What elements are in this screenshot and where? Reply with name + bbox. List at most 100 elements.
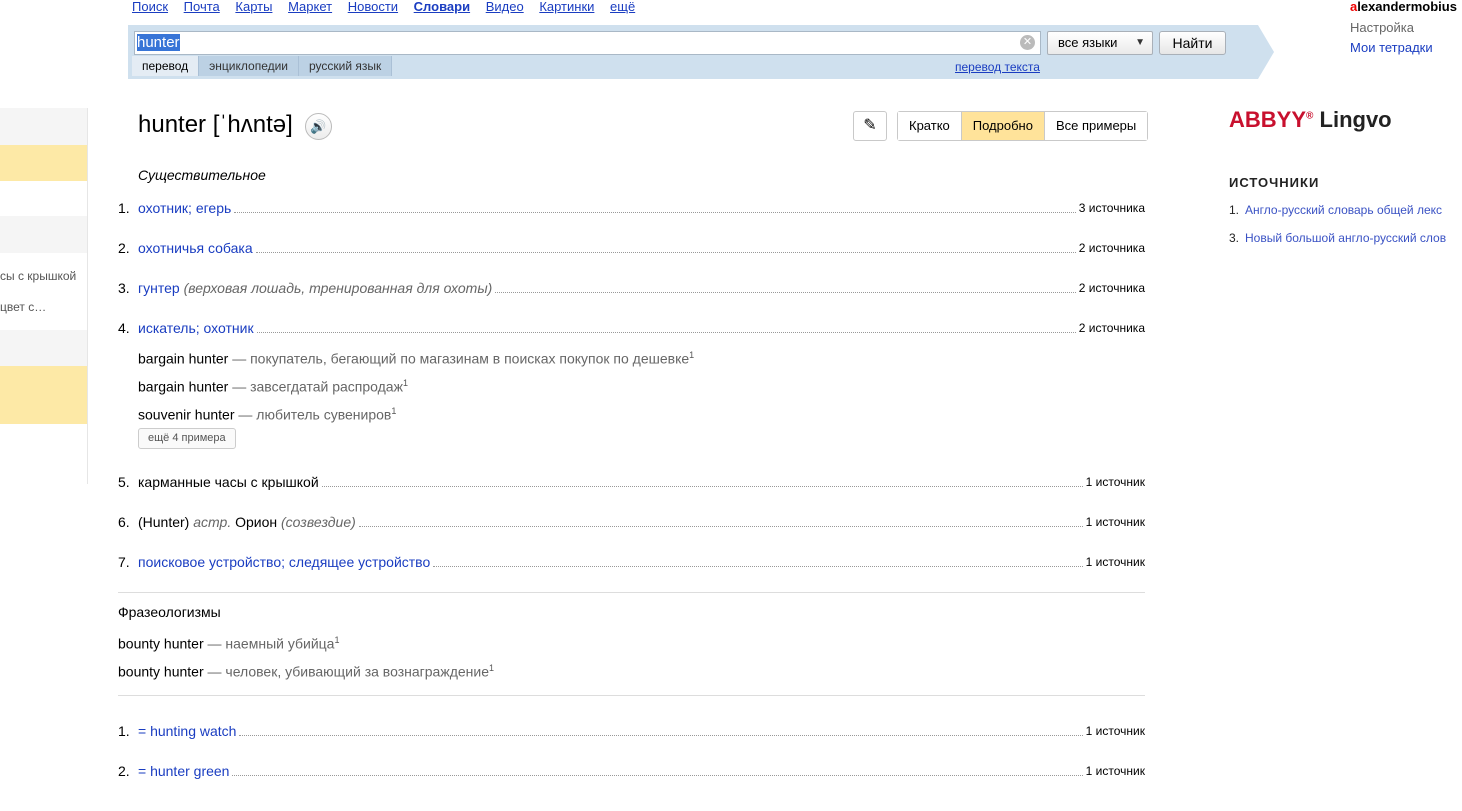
sense-note: (созвездие) — [281, 514, 356, 530]
username[interactable]: alexandermobius — [1350, 0, 1457, 13]
example-source: bargain hunter — [138, 350, 229, 367]
source-link[interactable]: Англо-русский словарь общей лекс — [1245, 203, 1442, 217]
find-button[interactable]: Найти — [1159, 31, 1226, 55]
source-item: 1. Англо-русский словарь общей лекс — [1229, 203, 1442, 217]
sense-number: 7. — [118, 554, 130, 570]
phrase-source: bounty hunter — [118, 635, 204, 652]
language-select[interactable]: все языки ▼ — [1047, 31, 1153, 55]
example-source-ref[interactable]: 1 — [403, 378, 408, 388]
pencil-icon[interactable]: ✎ — [853, 111, 887, 141]
more-examples-button[interactable]: ещё 4 примера — [138, 428, 236, 449]
sidebar-block-highlight[interactable] — [0, 145, 87, 181]
sources-count[interactable]: 1 источник — [1086, 553, 1145, 571]
sense-number: 6. — [118, 514, 130, 530]
tab-translation[interactable]: перевод — [132, 56, 200, 76]
mode-detailed[interactable]: Подробно — [961, 112, 1045, 140]
sidebar-item[interactable]: цвет с… — [0, 300, 46, 314]
sense-row: 2. охотничья собака 2 источника — [118, 239, 1145, 257]
nav-link-video[interactable]: Видео — [486, 0, 524, 14]
phraseology-title: Фразеологизмы — [118, 604, 221, 620]
reference-link[interactable]: = hunter green — [138, 762, 229, 780]
sources-count[interactable]: 2 источника — [1079, 319, 1145, 337]
source-item: 3. Новый большой англо-русский слов — [1229, 231, 1446, 245]
sense-number: 5. — [118, 474, 130, 490]
mode-brief[interactable]: Кратко — [898, 112, 962, 140]
sense-translation-link[interactable]: поисковое устройство; следящее устройств… — [138, 553, 430, 571]
dotted-leader — [256, 332, 1076, 333]
example-line: bargain hunter — завсегдатай распродаж1 — [138, 374, 408, 396]
search-input[interactable]: hunter — [134, 31, 1041, 55]
nav-link-more[interactable]: ещё — [610, 0, 635, 14]
nav-link-maps[interactable]: Карты — [235, 0, 272, 14]
source-link[interactable]: Новый большой англо-русский слов — [1245, 231, 1446, 245]
phrase-source-ref[interactable]: 1 — [334, 635, 339, 645]
phrase-source-ref[interactable]: 1 — [489, 663, 494, 673]
sources-count[interactable]: 3 источника — [1079, 199, 1145, 217]
dotted-leader — [255, 252, 1076, 253]
sense-number: 1. — [118, 200, 130, 216]
user-links: Настройка Мои тетрадки — [1350, 18, 1433, 58]
nav-link-dictionaries[interactable]: Словари — [414, 0, 470, 14]
settings-link[interactable]: Настройка — [1350, 18, 1433, 38]
sidebar-item[interactable]: сы с крышкой — [0, 269, 76, 283]
speaker-icon[interactable]: 🔊 — [305, 113, 332, 140]
sense-translation: карманные часы с крышкой — [138, 474, 319, 490]
sources-count[interactable]: 1 источник — [1086, 513, 1145, 531]
dotted-leader — [239, 735, 1083, 736]
sources-count[interactable]: 1 источник — [1086, 762, 1145, 780]
notebooks-link[interactable]: Мои тетрадки — [1350, 38, 1433, 58]
example-source: souvenir hunter — [138, 406, 235, 423]
search-query-text: hunter — [137, 34, 180, 51]
search-tabs: перевод энциклопедии русский язык — [132, 56, 393, 76]
sidebar-block — [0, 330, 87, 366]
sense-row: 7. поисковое устройство; следящее устрой… — [118, 553, 1145, 571]
reference-link[interactable]: = hunting watch — [138, 722, 236, 740]
example-source-ref[interactable]: 1 — [689, 350, 694, 360]
nav-link-mail[interactable]: Почта — [184, 0, 220, 14]
dotted-leader — [234, 212, 1076, 213]
headword-text: hunter — [138, 111, 207, 138]
sense-row: 5. карманные часы с крышкой 1 источник — [118, 473, 1145, 491]
sources-count[interactable]: 2 источника — [1079, 239, 1145, 257]
tab-encyclopedias[interactable]: энциклопедии — [199, 56, 300, 76]
sense-row: 4. искатель; охотник 2 источника — [118, 319, 1145, 337]
sense-number: 2. — [118, 240, 130, 256]
dotted-leader — [358, 526, 1083, 527]
sense-prefix: (Hunter) — [138, 514, 190, 530]
transcription: [ˈhʌntə] — [212, 111, 293, 138]
sense-translation-link[interactable]: охотник; егерь — [138, 199, 231, 217]
language-select-value: все языки — [1058, 35, 1118, 50]
sidebar-block-highlight[interactable] — [0, 366, 87, 424]
sense-row: 3. гунтер (верховая лошадь, тренированна… — [118, 279, 1145, 297]
sense-translation: Орион — [235, 514, 278, 530]
mode-all-examples[interactable]: Все примеры — [1044, 112, 1148, 140]
reference-number: 1. — [118, 723, 130, 739]
sense-translation-link[interactable]: гунтер — [138, 279, 180, 297]
dotted-leader — [495, 292, 1076, 293]
nav-link-news[interactable]: Новости — [348, 0, 398, 14]
sense-translation-link[interactable]: охотничья собака — [138, 239, 253, 257]
translate-text-link[interactable]: перевод текста — [955, 60, 1040, 74]
example-translation: — покупатель, бегающий по магазинам в по… — [232, 350, 690, 367]
sense-translation-link[interactable]: искатель; охотник — [138, 319, 254, 337]
nav-link-search[interactable]: Поиск — [132, 0, 168, 14]
reference-number: 2. — [118, 763, 130, 779]
dotted-leader — [232, 775, 1083, 776]
example-translation: — любитель сувениров — [238, 406, 392, 423]
sources-count[interactable]: 2 источника — [1079, 279, 1145, 297]
clear-icon[interactable]: ✕ — [1020, 35, 1035, 50]
example-translation: — завсегдатай распродаж — [232, 378, 403, 395]
username-rest: lexandermobius — [1357, 0, 1457, 14]
registered-mark: ® — [1306, 110, 1314, 122]
left-sidebar: сы с крышкой цвет с… — [0, 108, 88, 484]
sources-count[interactable]: 1 источник — [1086, 473, 1145, 491]
sources-title: ИСТОЧНИКИ — [1229, 175, 1320, 190]
sidebar-block — [0, 216, 87, 253]
example-line: bargain hunter — покупатель, бегающий по… — [138, 346, 694, 368]
example-source-ref[interactable]: 1 — [391, 406, 396, 416]
view-mode-switch: Кратко Подробно Все примеры — [897, 111, 1149, 141]
tab-russian-language[interactable]: русский язык — [299, 56, 393, 76]
nav-link-market[interactable]: Маркет — [288, 0, 332, 14]
sources-count[interactable]: 1 источник — [1086, 722, 1145, 740]
nav-link-images[interactable]: Картинки — [539, 0, 594, 14]
